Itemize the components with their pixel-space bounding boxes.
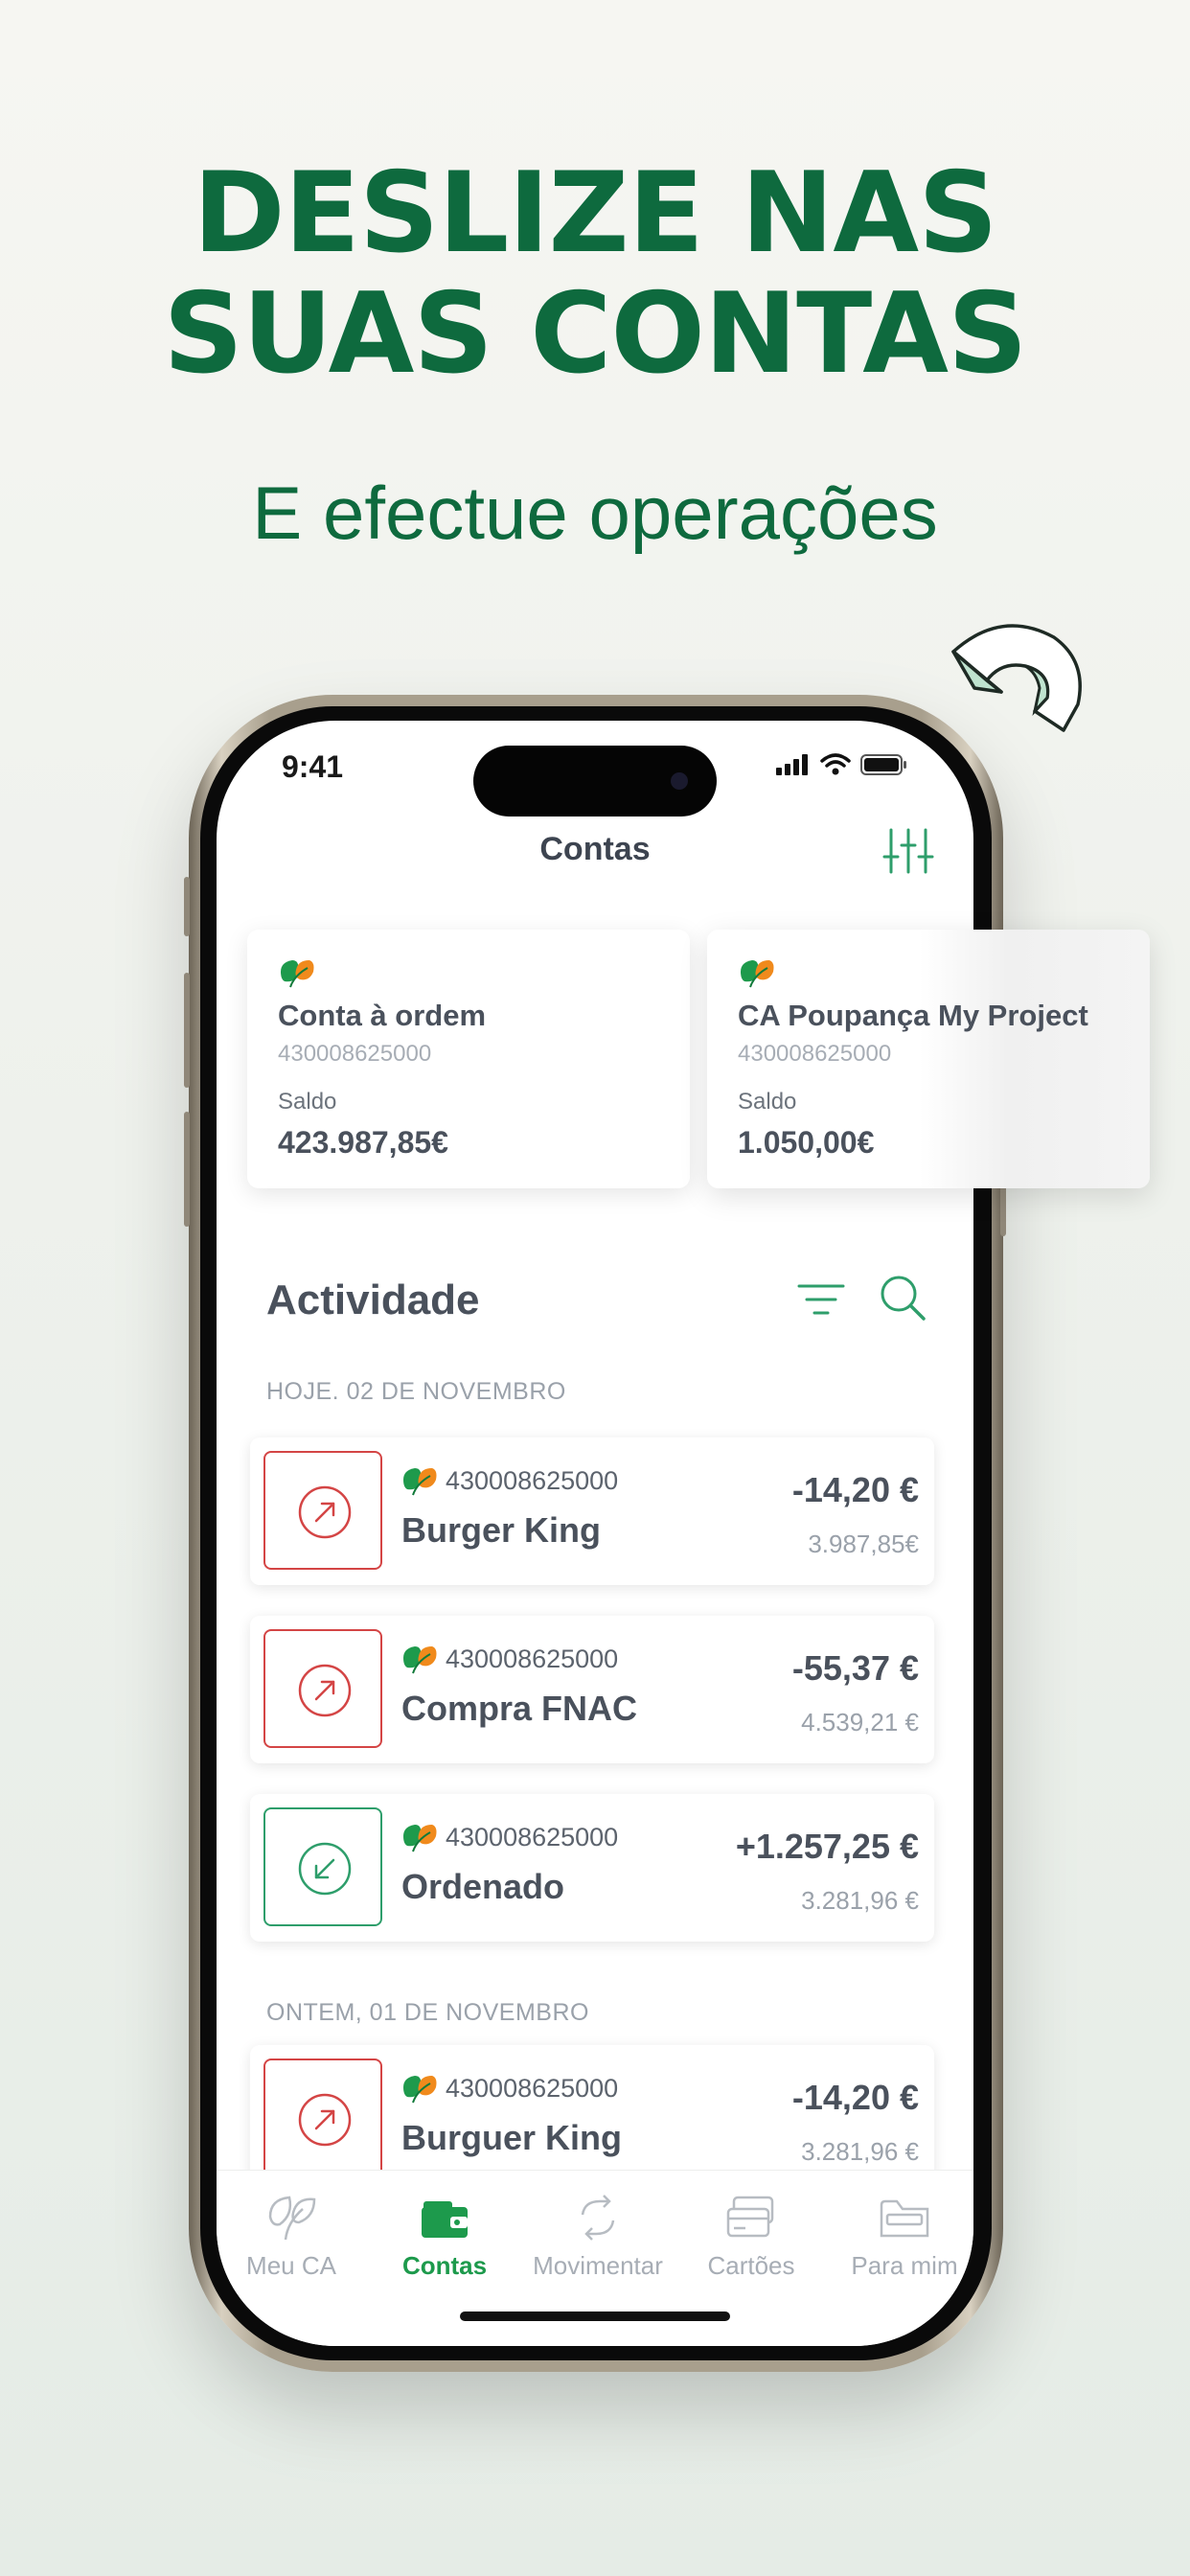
ca-leaf-logo-icon <box>403 1646 437 1674</box>
account-name: CA Poupança My Project <box>738 999 1088 1032</box>
folder-icon <box>880 2199 929 2238</box>
ca-leaf-logo-icon <box>403 2076 437 2104</box>
account-card-conta-ordem[interactable]: Conta à ordem 430008625000 Saldo 423.987… <box>247 930 690 1188</box>
ca-leaf-logo-icon <box>741 960 774 988</box>
tab-label: Cartões <box>707 2251 795 2280</box>
phone-volume-up <box>184 973 190 1088</box>
wallet-icon <box>422 2201 468 2238</box>
home-indicator <box>460 2312 730 2321</box>
cards-icon <box>726 2196 774 2238</box>
activity-title: Actividade <box>266 1276 480 1323</box>
transaction-balance: 4.539,21 € <box>801 1708 919 1736</box>
transaction-row[interactable]: 430008625000 Ordenado +1.257,25 € 3.281,… <box>250 1794 934 1942</box>
ca-leaf-logo-icon <box>403 1468 437 1496</box>
outgoing-transaction-icon <box>263 1451 382 1570</box>
transaction-amount: +1.257,25 € <box>735 1827 919 1866</box>
battery-icon <box>860 754 906 775</box>
settings-sliders-icon[interactable] <box>881 824 935 878</box>
transaction-account: 430008625000 <box>446 1644 619 1673</box>
tab-meu-ca[interactable]: Meu CA <box>217 2194 368 2281</box>
status-icons <box>776 753 908 776</box>
phone-volume-down <box>184 1112 190 1227</box>
transaction-account: 430008625000 <box>446 1823 619 1852</box>
search-icon[interactable] <box>876 1271 929 1324</box>
incoming-transaction-icon <box>263 1807 382 1926</box>
leaf-icon <box>268 2196 316 2241</box>
promo-subheadline: E efectue operações <box>252 471 938 555</box>
transaction-amount: -14,20 € <box>791 1470 919 1509</box>
headline-line-1: DESLIZE NAS <box>193 149 997 278</box>
account-number: 430008625000 <box>738 1041 892 1067</box>
tab-contas[interactable]: Contas <box>368 2194 521 2281</box>
transaction-name: Ordenado <box>401 1867 565 1906</box>
tab-para-mim[interactable]: Para mim <box>828 2194 973 2281</box>
account-card-poupanca[interactable]: CA Poupança My Project 430008625000 Sald… <box>707 930 1150 1188</box>
page-title: Contas <box>539 831 651 867</box>
transaction-name: Compra FNAC <box>401 1689 638 1728</box>
ca-leaf-logo-icon <box>281 960 314 988</box>
transaction-balance: 3.987,85€ <box>808 1530 919 1558</box>
date-group-today: HOJE. 02 DE NOVEMBRO <box>266 1378 566 1405</box>
account-balance: 1.050,00€ <box>738 1125 875 1160</box>
transaction-amount: -55,37 € <box>791 1648 919 1688</box>
headline-line-2: SUAS CONTAS <box>163 269 1027 399</box>
tab-label: Meu CA <box>246 2251 336 2280</box>
phone-silent-switch <box>184 877 190 936</box>
account-number: 430008625000 <box>278 1041 432 1067</box>
date-group-yesterday: ONTEM, 01 DE NOVEMBRO <box>266 1999 589 2026</box>
account-balance-label: Saldo <box>738 1089 797 1115</box>
transaction-balance: 3.281,96 € <box>801 1886 919 1915</box>
wifi-icon <box>820 753 851 775</box>
transaction-name: Burger King <box>401 1510 602 1550</box>
transaction-balance: 3.281,96 € <box>801 2137 919 2166</box>
outgoing-transaction-icon <box>263 2058 382 2177</box>
transaction-name: Burguer King <box>401 2118 622 2157</box>
transaction-row[interactable]: 430008625000 Burger King -14,20 € 3.987,… <box>250 1438 934 1585</box>
account-balance: 423.987,85€ <box>278 1125 448 1160</box>
filter-icon[interactable] <box>795 1275 847 1326</box>
tab-label: Para mim <box>851 2251 958 2280</box>
dynamic-island <box>473 746 717 816</box>
ca-leaf-logo-icon <box>403 1825 437 1852</box>
transaction-account: 430008625000 <box>446 1466 619 1495</box>
swipe-arrow-icon <box>951 624 1082 732</box>
promo-headline: DESLIZE NAS SUAS CONTAS <box>0 153 1190 395</box>
outgoing-transaction-icon <box>263 1629 382 1748</box>
account-name: Conta à ordem <box>278 999 487 1032</box>
status-time: 9:41 <box>282 749 344 784</box>
signal-icon <box>776 754 808 775</box>
transaction-amount: -14,20 € <box>791 2078 919 2117</box>
tab-label: Movimentar <box>533 2251 663 2280</box>
transaction-account: 430008625000 <box>446 2074 619 2103</box>
account-balance-label: Saldo <box>278 1089 337 1115</box>
tab-cartoes[interactable]: Cartões <box>675 2194 828 2281</box>
transaction-row[interactable]: 430008625000 Compra FNAC -55,37 € 4.539,… <box>250 1616 934 1763</box>
tab-movimentar[interactable]: Movimentar <box>521 2194 675 2281</box>
transfer-arrows-icon <box>581 2195 615 2241</box>
tab-label: Contas <box>401 2251 488 2280</box>
